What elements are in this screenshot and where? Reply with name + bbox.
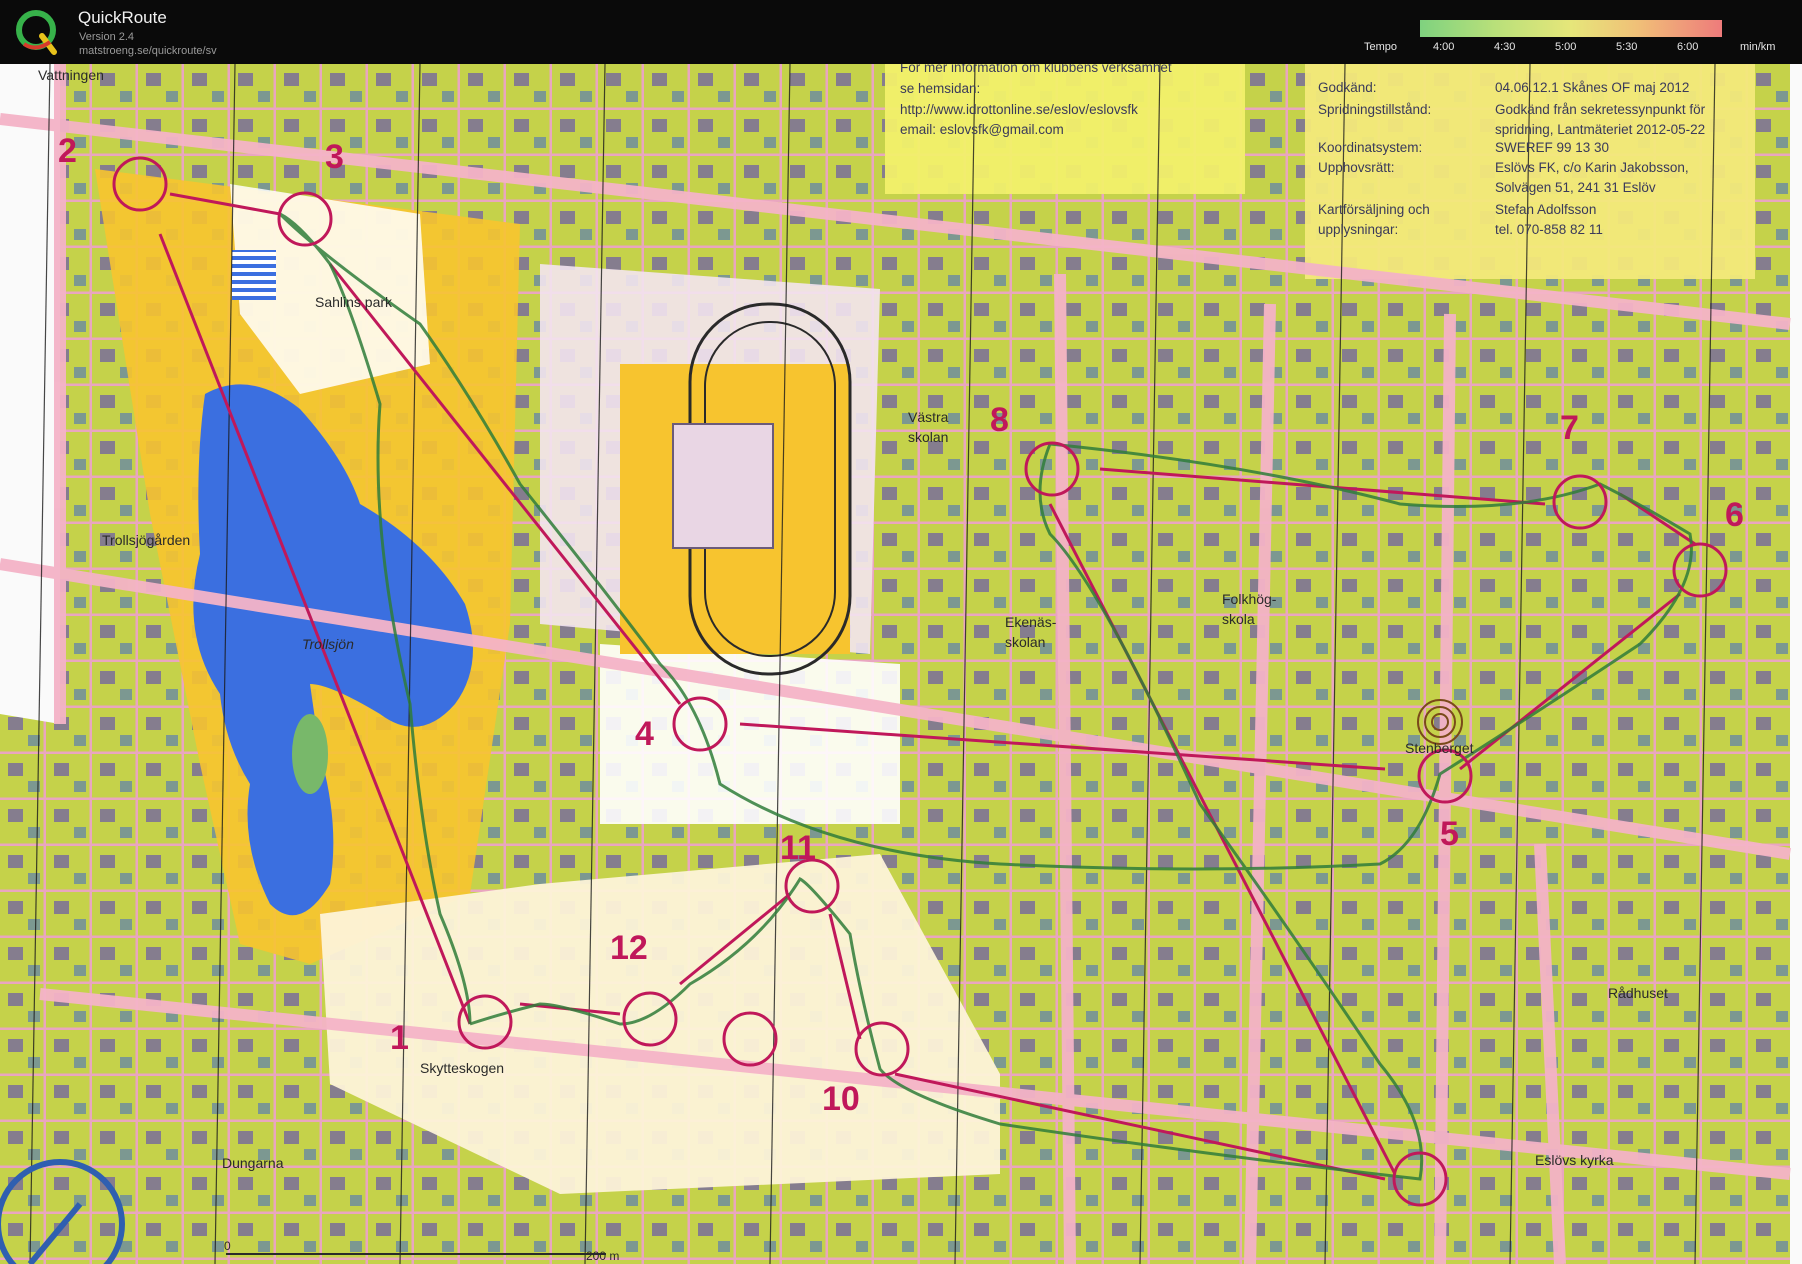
control-number: 8	[990, 401, 1009, 439]
control-number: 6	[1725, 496, 1744, 534]
club-info-line: För mer information om klubbens verksamh…	[900, 64, 1172, 75]
place-name: Trollsjögården	[102, 532, 190, 548]
control-number: 1	[390, 1019, 409, 1057]
scale-label: 0	[224, 1239, 231, 1253]
app-title: QuickRoute	[78, 8, 167, 27]
tempo-tick: 5:30	[1616, 41, 1638, 53]
club-info-url[interactable]: http://www.idrottonline.se/eslov/eslovsf…	[900, 102, 1138, 117]
credits-value: Stefan Adolfsson	[1495, 202, 1596, 217]
control-number: 11	[780, 829, 816, 867]
club-info-line: se hemsidan:	[900, 81, 980, 96]
place-name: skolan	[1005, 634, 1045, 650]
place-name: Sahlins park	[315, 294, 393, 310]
striped-building	[232, 250, 276, 300]
app-url-link[interactable]: matstroeng.se/quickroute/sv	[79, 45, 217, 57]
control-number: 10	[822, 1080, 860, 1118]
control-number: 12	[610, 929, 648, 967]
control-number: 2	[58, 132, 77, 170]
credits-label: Kartförsäljning och	[1318, 202, 1430, 217]
credits-label: Koordinatsystem:	[1318, 140, 1422, 155]
credits-label: Upphovsrätt:	[1318, 160, 1395, 175]
place-name: skolan	[908, 429, 948, 445]
lake-island	[292, 714, 328, 794]
credits-label: Godkänd:	[1318, 80, 1377, 95]
tempo-tick: 6:00	[1677, 41, 1699, 53]
place-name: Västra	[908, 409, 949, 425]
club-info-email[interactable]: email: eslovsfk@gmail.com	[900, 122, 1064, 137]
credits-label: upplysningar:	[1318, 222, 1398, 237]
credits-value: Godkänd från sekretessynpunkt för	[1495, 102, 1706, 117]
credits-value: Eslövs FK, c/o Karin Jakobsson,	[1495, 160, 1689, 175]
credits-value: SWEREF 99 13 30	[1495, 140, 1609, 155]
orienteering-map[interactable]: 1 2 3 4 5 6 7 8 10 11 12 För mer informa…	[0, 64, 1802, 1264]
control-number: 4	[635, 715, 654, 753]
credits-value: Solvägen 51, 241 31 Eslöv	[1495, 180, 1656, 195]
place-name: Eslövs kyrka	[1535, 1152, 1614, 1168]
scale-label: 200 m	[586, 1249, 619, 1263]
app-version: Version 2.4	[79, 31, 135, 43]
credits-label: Spridningstillstånd:	[1318, 102, 1431, 117]
tempo-label: Tempo	[1364, 41, 1398, 53]
tempo-tick: 4:00	[1433, 41, 1455, 53]
credits-value: spridning, Lantmäteriet 2012-05-22	[1495, 122, 1705, 137]
place-name: Trollsjön	[302, 636, 354, 652]
map-inset-patch	[672, 423, 774, 549]
place-name: Skytteskogen	[420, 1060, 504, 1076]
place-name: Vattningen	[38, 67, 104, 83]
control-number: 7	[1560, 409, 1579, 447]
credits-value: 04.06.12.1 Skånes OF maj 2012	[1495, 80, 1689, 95]
place-name: Stenberget	[1405, 740, 1474, 756]
place-name: Ekenäs-	[1005, 614, 1057, 630]
place-name: Rådhuset	[1608, 985, 1668, 1001]
app-header: QuickRoute Version 2.4 matstroeng.se/qui…	[0, 0, 1802, 64]
place-name: Dungarna	[222, 1155, 284, 1171]
credits-value: tel. 070-858 82 11	[1495, 222, 1603, 237]
tempo-unit: min/km	[1740, 41, 1776, 53]
place-name: Folkhög-	[1222, 591, 1277, 607]
quickroute-logo-icon	[16, 10, 57, 55]
place-name: skola	[1222, 611, 1255, 627]
control-number: 3	[325, 138, 344, 176]
tempo-tick: 4:30	[1494, 41, 1516, 53]
control-number: 5	[1440, 815, 1459, 853]
tempo-color-scale	[1420, 20, 1722, 37]
tempo-tick: 5:00	[1555, 41, 1577, 53]
